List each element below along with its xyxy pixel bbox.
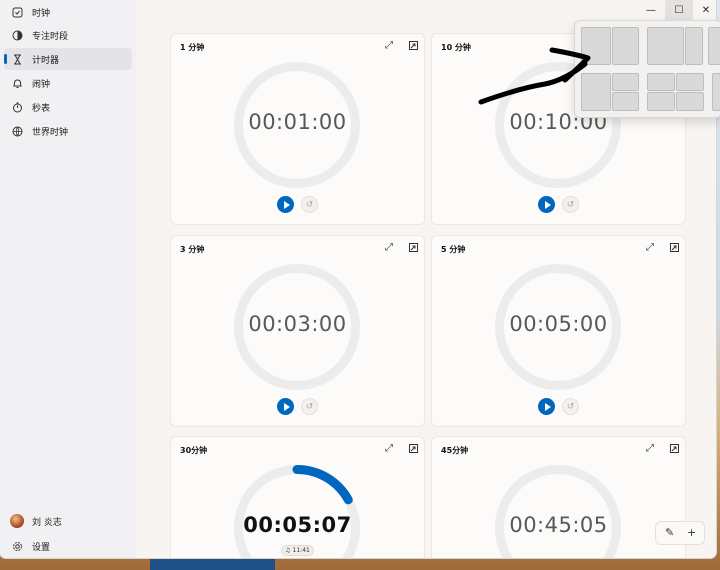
hand-drawn-arrow-annotation (478, 47, 591, 105)
